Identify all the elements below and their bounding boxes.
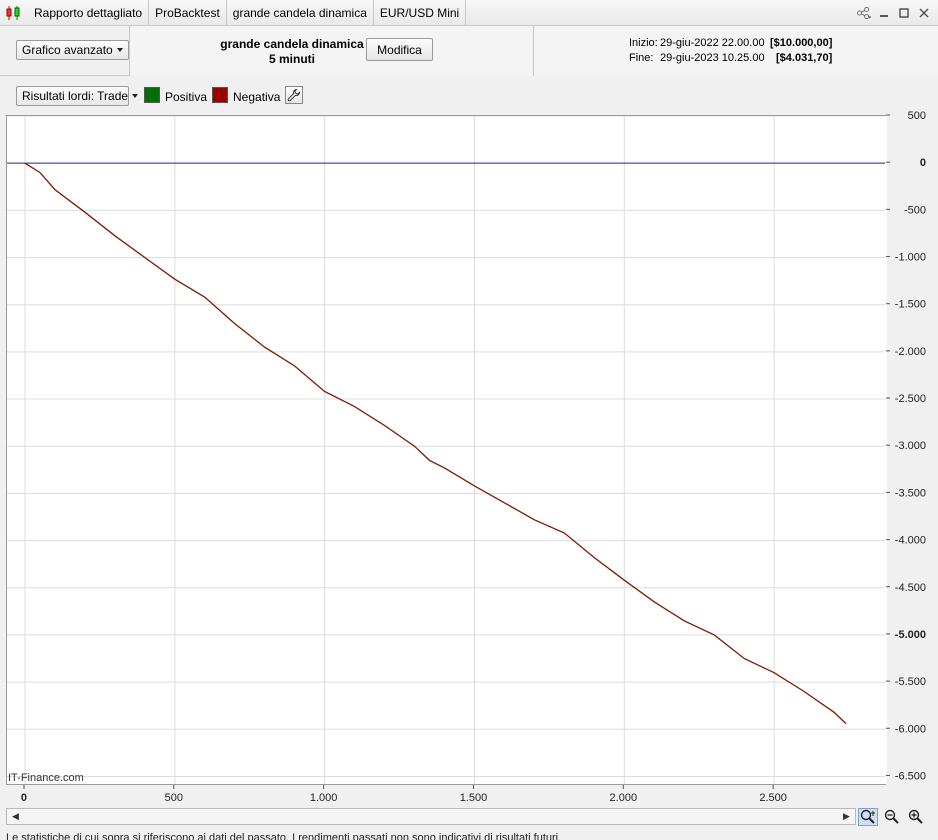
zoom-controls bbox=[858, 808, 926, 826]
x-tick-label: 500 bbox=[165, 792, 183, 804]
y-tick-label: -3.500 bbox=[895, 487, 926, 499]
chart-toolbar: Risultati lordi: Trade Positiva Negativa bbox=[0, 77, 938, 115]
x-axis: 0 500 1.000 1.500 2.000 2.500 bbox=[21, 785, 787, 804]
tab-probacktest[interactable]: ProBacktest bbox=[149, 0, 227, 26]
y-tick-label: -3.000 bbox=[895, 440, 926, 452]
y-tick-label: -2.500 bbox=[895, 393, 926, 405]
negative-label: Negativa bbox=[233, 90, 281, 104]
y-tick-label: -4.500 bbox=[895, 582, 926, 594]
tab-detailed-report[interactable]: Rapporto dettagliato bbox=[28, 0, 150, 26]
zoom-out-icon[interactable] bbox=[882, 808, 902, 826]
tab-instrument[interactable]: EUR/USD Mini bbox=[374, 0, 467, 26]
chart-mode-label: Grafico avanzato bbox=[22, 43, 113, 57]
y-tick-label: -4.000 bbox=[895, 535, 926, 547]
minimize-icon[interactable] bbox=[876, 5, 892, 21]
candlestick-icon bbox=[0, 0, 28, 26]
y-tick-label: -5.000 bbox=[895, 629, 926, 641]
results-label: Risultati lordi: Trade bbox=[22, 89, 129, 103]
x-tick-label: 1.000 bbox=[310, 792, 338, 804]
strategy-name: grande candela dinamica bbox=[220, 37, 364, 51]
end-capital: [$4.031,70] bbox=[776, 52, 833, 64]
start-capital: [$10.000,00] bbox=[770, 37, 833, 49]
y-tick-label: 500 bbox=[908, 110, 926, 122]
x-tick-label: 2.500 bbox=[759, 792, 787, 804]
y-tick-label: -6.000 bbox=[895, 723, 926, 735]
y-tick-label: -500 bbox=[904, 204, 926, 216]
start-label: Inizio: bbox=[629, 37, 658, 49]
end-label: Fine: bbox=[629, 52, 654, 64]
results-dropdown[interactable]: Risultati lordi: Trade bbox=[16, 86, 139, 106]
end-row: Fine: 29-giu-2023 10.25.00 [$4.031,70] bbox=[629, 52, 832, 64]
chart-mode-dropdown[interactable]: Grafico avanzato bbox=[16, 40, 129, 60]
equity-line bbox=[24, 162, 847, 725]
scroll-right-icon[interactable]: ▶ bbox=[839, 809, 854, 824]
title-bar: Rapporto dettagliato ProBacktest grande … bbox=[0, 0, 938, 26]
timeframe: 5 minuti bbox=[268, 52, 315, 66]
start-row: Inizio: 29-giu-2022 22.00.00 [$10.000,00… bbox=[629, 37, 832, 49]
disclaimer: Le statistiche di cui sopra si riferisco… bbox=[6, 832, 562, 840]
equity-chart-svg bbox=[7, 116, 887, 784]
positive-label: Positiva bbox=[165, 90, 208, 104]
chevron-down-icon bbox=[132, 94, 139, 98]
end-date: 29-giu-2023 10.25.00 bbox=[660, 52, 765, 64]
y-axis: 500 0 -500 -1.000 -1.500 -2.000 -2.500 -3.000 -3… bbox=[886, 110, 926, 782]
negative-color-swatch[interactable] bbox=[212, 87, 228, 103]
equity-chart[interactable] bbox=[6, 115, 887, 785]
horizontal-scrollbar[interactable]: ◀ ▶ bbox=[6, 808, 856, 825]
share-icon[interactable] bbox=[856, 5, 872, 21]
start-date: 29-giu-2022 22.00.00 bbox=[660, 37, 765, 49]
report-header: Grafico avanzato grande candela dinamica… bbox=[0, 26, 938, 76]
y-tick-label: -5.500 bbox=[895, 676, 926, 688]
edit-button[interactable]: Modifica bbox=[366, 38, 433, 61]
chevron-down-icon bbox=[116, 48, 123, 52]
wrench-icon[interactable] bbox=[285, 86, 303, 104]
y-tick-label: -1.000 bbox=[895, 252, 926, 264]
y-tick-label: -6.500 bbox=[895, 770, 926, 782]
maximize-icon[interactable] bbox=[896, 5, 912, 21]
zoom-fit-icon[interactable] bbox=[858, 808, 878, 826]
x-tick-label: 2.000 bbox=[610, 792, 638, 804]
positive-color-swatch[interactable] bbox=[144, 87, 160, 103]
tab-strategy[interactable]: grande candela dinamica bbox=[227, 0, 374, 26]
y-tick-label: 0 bbox=[920, 157, 926, 169]
y-tick-label: -2.000 bbox=[895, 346, 926, 358]
watermark: IT-Finance.com bbox=[8, 772, 84, 784]
scroll-left-icon[interactable]: ◀ bbox=[8, 809, 23, 824]
y-tick-label: -1.500 bbox=[895, 299, 926, 311]
x-tick-label: 0 bbox=[21, 792, 27, 804]
x-tick-label: 1.500 bbox=[460, 792, 488, 804]
zoom-in-icon[interactable] bbox=[906, 808, 926, 826]
close-icon[interactable] bbox=[916, 5, 932, 21]
